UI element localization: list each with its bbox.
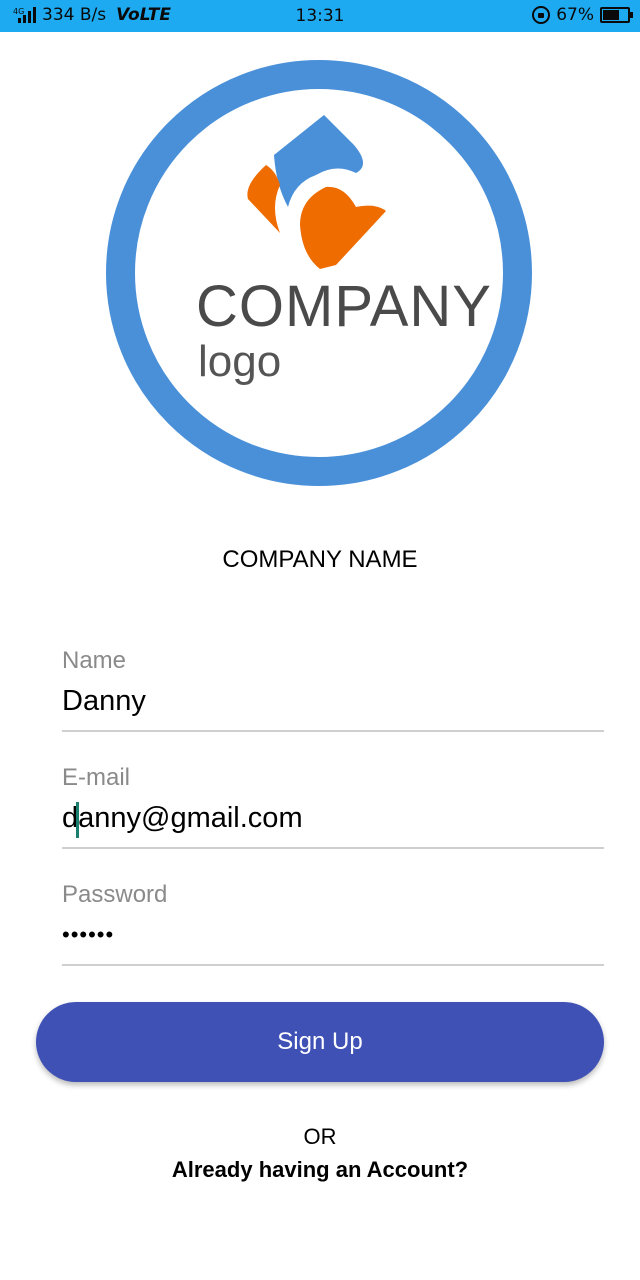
company-logo: COMPANY logo <box>106 60 532 486</box>
text-cursor <box>76 802 79 838</box>
name-label: Name <box>62 647 127 674</box>
email-input[interactable]: danny@gmail.com <box>62 798 604 838</box>
email-field: E-mail danny@gmail.com <box>62 764 604 849</box>
logo-wordmark: COMPANY <box>196 274 492 339</box>
or-separator: OR <box>303 1124 337 1149</box>
password-field: Password •••••• <box>62 881 604 966</box>
password-input[interactable]: •••••• <box>62 915 604 955</box>
logo-orange-shape-right <box>300 186 386 269</box>
login-link[interactable]: Already having an Account? <box>0 1157 640 1183</box>
status-bar: 4G 334 B/s VoLTE 13:31 67% <box>0 0 640 32</box>
company-name: COMPANY NAME <box>222 546 418 573</box>
battery-icon <box>600 7 633 23</box>
name-underline <box>62 730 604 732</box>
name-input[interactable]: Danny <box>62 681 604 721</box>
email-underline <box>62 847 604 849</box>
sign-up-button[interactable]: Sign Up <box>36 1002 604 1082</box>
password-label: Password <box>62 881 168 908</box>
password-underline <box>62 964 604 966</box>
status-right: 67% <box>532 5 633 25</box>
email-label: E-mail <box>62 764 131 791</box>
battery-percent: 67% <box>556 5 594 25</box>
logo-subtext: logo <box>198 337 282 386</box>
name-field: Name Danny <box>62 647 604 732</box>
logo-mark-icon <box>247 115 386 269</box>
logo-orange-shape-left <box>247 165 280 233</box>
rotation-lock-icon <box>532 6 551 24</box>
